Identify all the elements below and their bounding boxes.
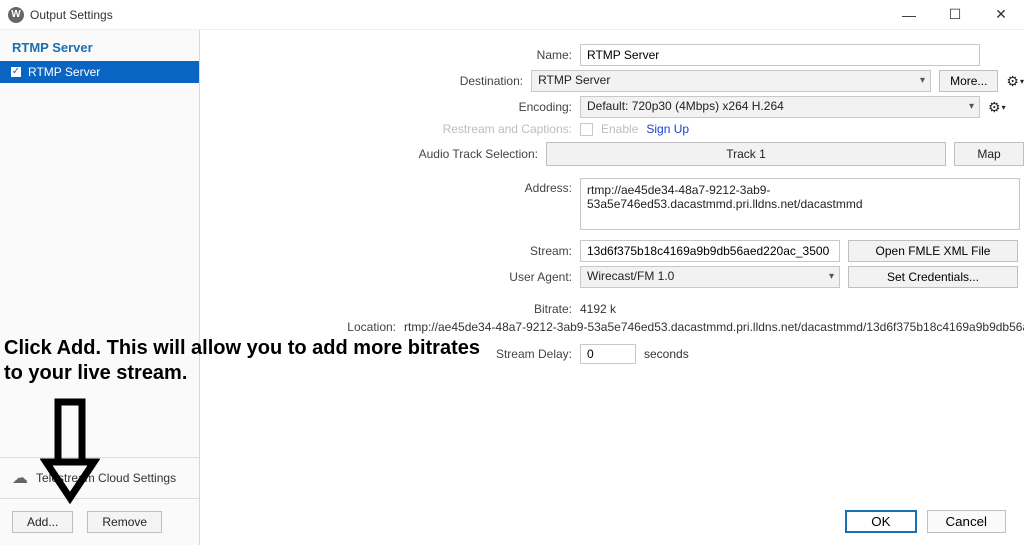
address-label: Address: <box>200 178 580 195</box>
bitrate-value: 4192 k <box>580 302 616 316</box>
name-label: Name: <box>200 48 580 62</box>
dialog-footer: OK Cancel <box>845 510 1006 533</box>
open-fmle-button[interactable]: Open FMLE XML File <box>848 240 1018 262</box>
sidebar-header: RTMP Server <box>0 30 199 61</box>
track-button[interactable]: Track 1 <box>546 142 946 166</box>
checkbox-icon[interactable]: ✓ <box>10 66 22 78</box>
signup-link[interactable]: Sign Up <box>646 122 689 136</box>
audio-track-label: Audio Track Selection: <box>200 147 546 161</box>
add-button[interactable]: Add... <box>12 511 73 533</box>
gear-icon[interactable]: ⚙▾ <box>1006 73 1024 90</box>
name-input[interactable] <box>580 44 980 66</box>
stream-label: Stream: <box>200 244 580 258</box>
ok-button[interactable]: OK <box>845 510 916 533</box>
remove-button[interactable]: Remove <box>87 511 162 533</box>
title-bar: W Output Settings — ☐ ✕ <box>0 0 1024 30</box>
minimize-button[interactable]: — <box>886 0 932 30</box>
destination-label: Destination: <box>200 74 531 88</box>
stream-input[interactable] <box>580 240 840 262</box>
cancel-button[interactable]: Cancel <box>927 510 1007 533</box>
location-value: rtmp://ae45de34-48a7-9212-3ab9-53a5e746e… <box>404 320 1024 334</box>
chevron-down-icon: ▾ <box>920 75 925 86</box>
more-button[interactable]: More... <box>939 70 998 92</box>
bitrate-label: Bitrate: <box>200 302 580 316</box>
enable-label: Enable <box>601 122 638 136</box>
destination-select[interactable]: RTMP Server▾ <box>531 70 931 92</box>
window-controls: — ☐ ✕ <box>886 0 1024 30</box>
chevron-down-icon: ▾ <box>829 271 834 282</box>
maximize-button[interactable]: ☐ <box>932 0 978 30</box>
set-credentials-button[interactable]: Set Credentials... <box>848 266 1018 288</box>
cloud-icon: ☁ <box>12 468 28 488</box>
chevron-down-icon: ▾ <box>969 101 974 112</box>
user-agent-label: User Agent: <box>200 270 580 284</box>
seconds-label: seconds <box>644 347 689 361</box>
window-title: Output Settings <box>30 8 886 22</box>
close-button[interactable]: ✕ <box>978 0 1024 30</box>
gear-icon[interactable]: ⚙▾ <box>988 99 1006 116</box>
encoding-label: Encoding: <box>200 100 580 114</box>
address-input[interactable]: rtmp://ae45de34-48a7-9212-3ab9-53a5e746e… <box>580 178 1020 230</box>
app-logo-icon: W <box>8 7 24 23</box>
restream-label: Restream and Captions: <box>200 122 580 136</box>
enable-checkbox[interactable] <box>580 123 593 136</box>
sidebar: RTMP Server ✓ RTMP Server ☁ Telestream C… <box>0 30 200 545</box>
settings-pane: Name: Destination: RTMP Server▾ More... … <box>200 30 1024 545</box>
sidebar-item-rtmp-server[interactable]: ✓ RTMP Server <box>0 61 199 83</box>
user-agent-select[interactable]: Wirecast/FM 1.0▾ <box>580 266 840 288</box>
stream-delay-label: Stream Delay: <box>200 347 580 361</box>
sidebar-item-label: RTMP Server <box>28 65 100 79</box>
cloud-settings-label: Telestream Cloud Settings <box>36 471 176 485</box>
telestream-cloud-settings[interactable]: ☁ Telestream Cloud Settings <box>0 457 199 498</box>
location-label: Location: <box>200 320 404 334</box>
stream-delay-input[interactable] <box>580 344 636 364</box>
encoding-select[interactable]: Default: 720p30 (4Mbps) x264 H.264▾ <box>580 96 980 118</box>
map-button[interactable]: Map <box>954 142 1024 166</box>
